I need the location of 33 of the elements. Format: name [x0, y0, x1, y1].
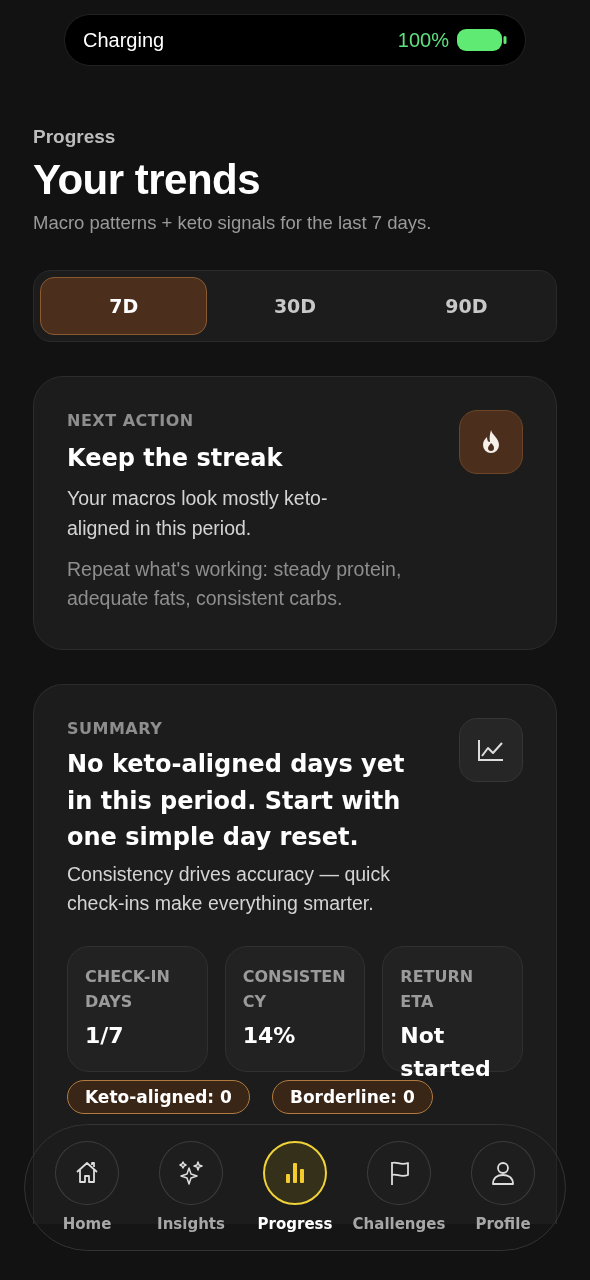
card-title: No keto-aligned days yet in this period. Start with one simple day reset.: [67, 749, 406, 854]
flame-icon: [480, 429, 502, 456]
stat-label: CONSISTENCY: [242, 966, 347, 1013]
battery-icon: [457, 28, 507, 52]
card-eyebrow: SUMMARY: [67, 719, 164, 739]
nav-tab[interactable]: Progress: [245, 1141, 345, 1250]
section-label: Progress: [33, 126, 117, 148]
page-title: Your trends: [33, 156, 262, 205]
stat-value: Not started: [400, 1021, 492, 1083]
nav-tab[interactable]: Home: [37, 1141, 137, 1250]
range-tab[interactable]: 7D: [40, 277, 208, 336]
range-tab[interactable]: 90D: [382, 277, 550, 336]
range-tab[interactable]: 30D: [211, 277, 379, 336]
line-chart-icon: [477, 738, 505, 763]
battery-percentage: 100%: [397, 28, 449, 52]
charging-label: Charging: [83, 28, 166, 52]
card-note: Repeat what's working: steady protein, adequate fats, consistent carbs.: [67, 556, 403, 612]
count-chip: Borderline: 0: [271, 1080, 433, 1115]
page-subtitle: Macro patterns + keto signals for the last 7 days.: [33, 212, 433, 235]
nav-tab[interactable]: Challenges: [349, 1141, 449, 1250]
person-icon: [489, 1159, 517, 1187]
stat-label: CHECK-IN DAYS: [85, 966, 171, 1013]
card-body: Your macros look mostly keto-aligned in this period.: [67, 486, 329, 541]
count-chip: Keto-aligned: 0: [67, 1080, 250, 1115]
sparkles-icon: [177, 1159, 205, 1187]
nav-tab[interactable]: Insights: [141, 1141, 241, 1250]
stat-label: RETURN ETA: [400, 966, 475, 1013]
stat-value: 14%: [242, 1021, 297, 1050]
card-body: Consistency drives accuracy — quick check-ins make everything smarter.: [67, 861, 391, 916]
card-eyebrow: NEXT ACTION: [67, 411, 195, 431]
card-title: Keep the streak: [67, 443, 284, 475]
nav-tab[interactable]: Profile: [453, 1141, 553, 1250]
stat-value: 1/7: [85, 1021, 125, 1050]
